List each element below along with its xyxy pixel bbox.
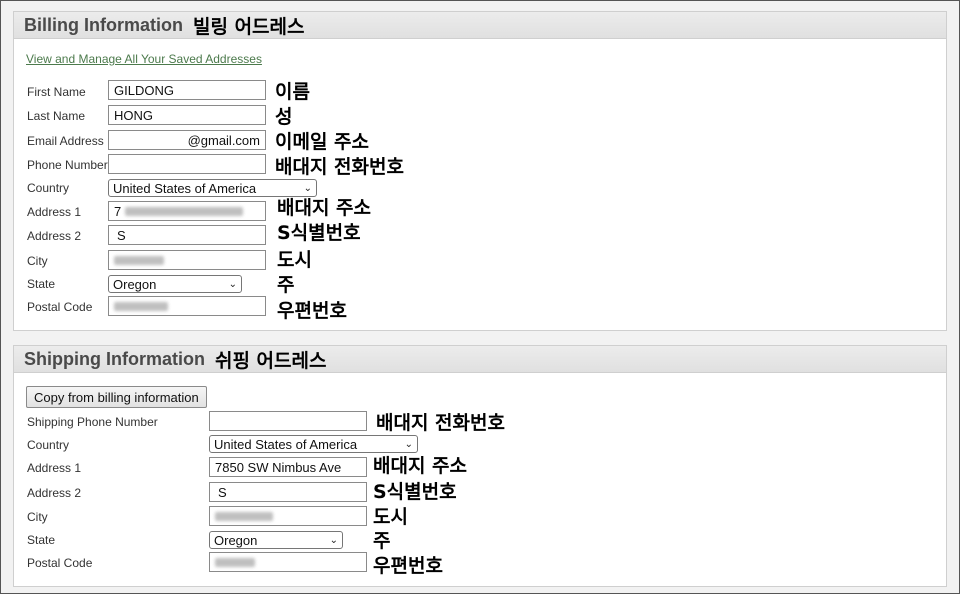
shipping-address2-label: Address 2 — [27, 486, 82, 500]
shipping-phone-label: Shipping Phone Number — [27, 415, 158, 429]
email-input[interactable]: @gmail.com — [108, 130, 266, 150]
shipping-address2-annotation: S식별번호 — [373, 481, 457, 503]
shipping-state-value: Oregon — [214, 532, 258, 548]
chevron-down-icon: ⌄ — [303, 182, 312, 194]
redacted-blur — [215, 557, 255, 567]
shipping-postal-label: Postal Code — [27, 556, 93, 570]
phone-label: Phone Number — [27, 158, 108, 172]
first-name-input[interactable]: GILDONG — [108, 80, 266, 100]
email-annotation: 이메일 주소 — [275, 131, 370, 153]
first-name-annotation: 이름 — [275, 81, 310, 103]
postal-input[interactable] — [108, 296, 266, 316]
billing-title-annotation: 빌링 어드레스 — [193, 15, 305, 38]
state-annotation: 주 — [277, 274, 295, 296]
state-label: State — [27, 277, 56, 291]
shipping-state-annotation: 주 — [373, 530, 391, 552]
redacted-blur — [215, 511, 273, 521]
last-name-annotation: 성 — [275, 106, 293, 128]
address1-label: Address 1 — [27, 205, 82, 219]
country-value: United States of America — [113, 180, 257, 196]
country-label: Country — [27, 181, 70, 195]
state-value: Oregon — [113, 276, 157, 292]
city-annotation: 도시 — [277, 249, 312, 271]
shipping-city-input[interactable] — [209, 506, 367, 526]
shipping-postal-input[interactable] — [209, 552, 367, 572]
shipping-panel: Shipping Information 쉬핑 어드레스 Copy from b… — [13, 345, 947, 587]
shipping-country-value: United States of America — [214, 436, 358, 452]
first-name-label: First Name — [27, 85, 86, 99]
shipping-city-label: City — [27, 510, 48, 524]
shipping-state-select[interactable]: Oregon ⌄ — [209, 531, 343, 549]
address2-annotation: S식별번호 — [277, 222, 361, 244]
shipping-address2-input[interactable]: S — [209, 482, 367, 502]
billing-panel: Billing Information 빌링 어드레스 View and Man… — [13, 11, 947, 331]
shipping-country-label: Country — [27, 438, 70, 452]
shipping-phone-input[interactable] — [209, 411, 367, 431]
chevron-down-icon: ⌄ — [228, 278, 237, 290]
state-select[interactable]: Oregon ⌄ — [108, 275, 242, 293]
chevron-down-icon: ⌄ — [329, 534, 338, 546]
redacted-blur — [114, 255, 164, 265]
redacted-blur — [114, 301, 168, 311]
shipping-header: Shipping Information 쉬핑 어드레스 — [14, 346, 946, 373]
last-name-label: Last Name — [27, 109, 86, 123]
address1-value: 7 — [114, 203, 122, 219]
shipping-title: Shipping Information — [24, 348, 205, 369]
address1-input[interactable]: 7 — [108, 201, 266, 221]
shipping-address1-input[interactable]: 7850 SW Nimbus Ave — [209, 457, 367, 477]
address2-label: Address 2 — [27, 229, 82, 243]
address2-input[interactable]: S — [108, 225, 266, 245]
phone-annotation: 배대지 전화번호 — [275, 156, 404, 178]
billing-header: Billing Information 빌링 어드레스 — [14, 12, 946, 39]
last-name-input[interactable]: HONG — [108, 105, 266, 125]
city-label: City — [27, 254, 48, 268]
shipping-phone-annotation: 배대지 전화번호 — [376, 412, 505, 434]
copy-billing-button[interactable]: Copy from billing information — [26, 386, 207, 408]
chevron-down-icon: ⌄ — [404, 438, 413, 450]
shipping-postal-annotation: 우편번호 — [373, 555, 443, 577]
shipping-address1-annotation: 배대지 주소 — [373, 455, 468, 477]
shipping-state-label: State — [27, 533, 56, 547]
redacted-blur — [125, 206, 244, 216]
city-input[interactable] — [108, 250, 266, 270]
saved-addresses-link[interactable]: View and Manage All Your Saved Addresses — [26, 52, 262, 66]
email-label: Email Address — [27, 134, 104, 148]
shipping-address1-label: Address 1 — [27, 461, 82, 475]
billing-title: Billing Information — [24, 14, 183, 35]
postal-label: Postal Code — [27, 300, 93, 314]
phone-input[interactable] — [108, 154, 266, 174]
shipping-city-annotation: 도시 — [373, 506, 408, 528]
shipping-title-annotation: 쉬핑 어드레스 — [214, 349, 327, 372]
postal-annotation: 우편번호 — [277, 300, 347, 322]
address1-annotation: 배대지 주소 — [277, 197, 372, 219]
